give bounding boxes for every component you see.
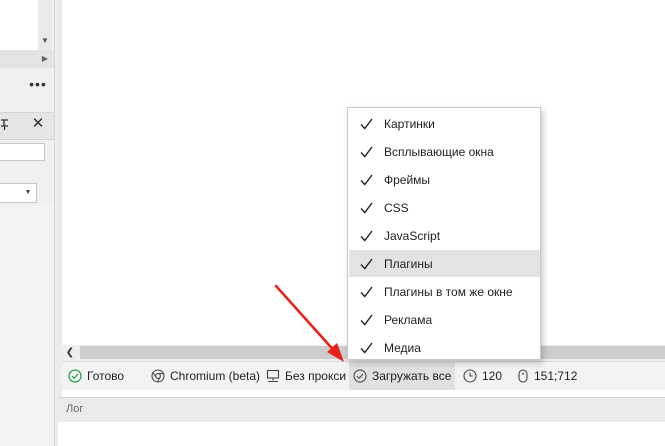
expand-right-icon[interactable]: ▶ xyxy=(38,52,52,66)
menu-item-label: Реклама xyxy=(384,312,433,327)
mouse-coordinates: 151;712 xyxy=(517,361,577,390)
check-circle-icon xyxy=(353,368,367,383)
menu-item-label: Всплывающие окна xyxy=(384,144,494,159)
checkmark-icon xyxy=(349,146,383,158)
browser-label: Chromium (beta) xyxy=(170,368,261,383)
menu-item-label: Медиа xyxy=(384,340,421,355)
menu-item-frames[interactable]: Фреймы xyxy=(349,166,540,193)
checkmark-icon xyxy=(349,286,383,298)
panel-search-input[interactable] xyxy=(0,143,45,161)
menu-item-label: Фреймы xyxy=(384,172,431,187)
menu-item-plugins-same-window[interactable]: Плагины в том же окне xyxy=(349,278,540,305)
panel-splitter[interactable] xyxy=(54,0,62,446)
checkmark-icon xyxy=(349,314,383,326)
browser-selector[interactable]: Chromium (beta) xyxy=(151,361,260,390)
menu-item-label: CSS xyxy=(384,200,409,215)
log-title: Лог xyxy=(66,403,84,415)
clock-icon xyxy=(463,368,477,383)
checkmark-icon xyxy=(349,174,383,186)
menu-item-label: Картинки xyxy=(384,116,435,131)
chromium-icon xyxy=(151,368,165,383)
menu-item-ads[interactable]: Реклама xyxy=(349,306,540,333)
content-load-selector[interactable]: Загружать все xyxy=(349,361,456,390)
status-ready-label: Готово xyxy=(87,368,125,383)
proxy-selector[interactable]: Без прокси xyxy=(266,361,346,390)
menu-item-label: JavaScript xyxy=(384,228,441,243)
log-panel-header xyxy=(58,397,665,422)
menu-item-label: Плагины xyxy=(384,256,433,271)
coordinates-value: 151;712 xyxy=(534,368,578,383)
menu-item-popups[interactable]: Всплывающие окна xyxy=(349,138,540,165)
content-load-label: Загружать все xyxy=(372,368,452,383)
log-panel-body xyxy=(58,422,665,446)
menu-item-css[interactable]: CSS xyxy=(349,194,540,221)
check-circle-icon xyxy=(68,368,82,383)
timeout-value: 120 xyxy=(482,368,503,383)
scroll-down-icon[interactable]: ▼ xyxy=(38,34,52,48)
content-load-menu: Картинки Всплывающие окна Фреймы CSS Jav… xyxy=(347,107,541,360)
checkmark-icon xyxy=(349,342,383,354)
menu-item-javascript[interactable]: JavaScript xyxy=(349,222,540,249)
left-list xyxy=(0,0,38,50)
close-icon[interactable]: ✕ xyxy=(30,116,46,132)
menu-item-images[interactable]: Картинки xyxy=(349,110,540,137)
proxy-label: Без прокси xyxy=(285,368,347,383)
chevron-down-icon[interactable]: ▼ xyxy=(22,188,34,198)
menu-item-label: Плагины в том же окне xyxy=(384,284,513,299)
network-icon xyxy=(266,369,280,382)
scroll-left-icon[interactable]: ❮ xyxy=(62,345,78,361)
panel-body xyxy=(0,205,54,446)
timeout-setting[interactable]: 120 xyxy=(463,361,502,390)
checkmark-icon xyxy=(349,258,383,270)
checkmark-icon xyxy=(349,230,383,242)
menu-item-plugins[interactable]: Плагины xyxy=(349,250,540,277)
more-options-button[interactable]: ••• xyxy=(27,77,49,94)
status-ready: Готово xyxy=(68,361,124,390)
pin-icon[interactable] xyxy=(0,118,14,132)
checkmark-icon xyxy=(349,118,383,130)
mouse-icon xyxy=(518,368,528,383)
checkmark-icon xyxy=(349,202,383,214)
menu-item-media[interactable]: Медиа xyxy=(349,334,540,361)
